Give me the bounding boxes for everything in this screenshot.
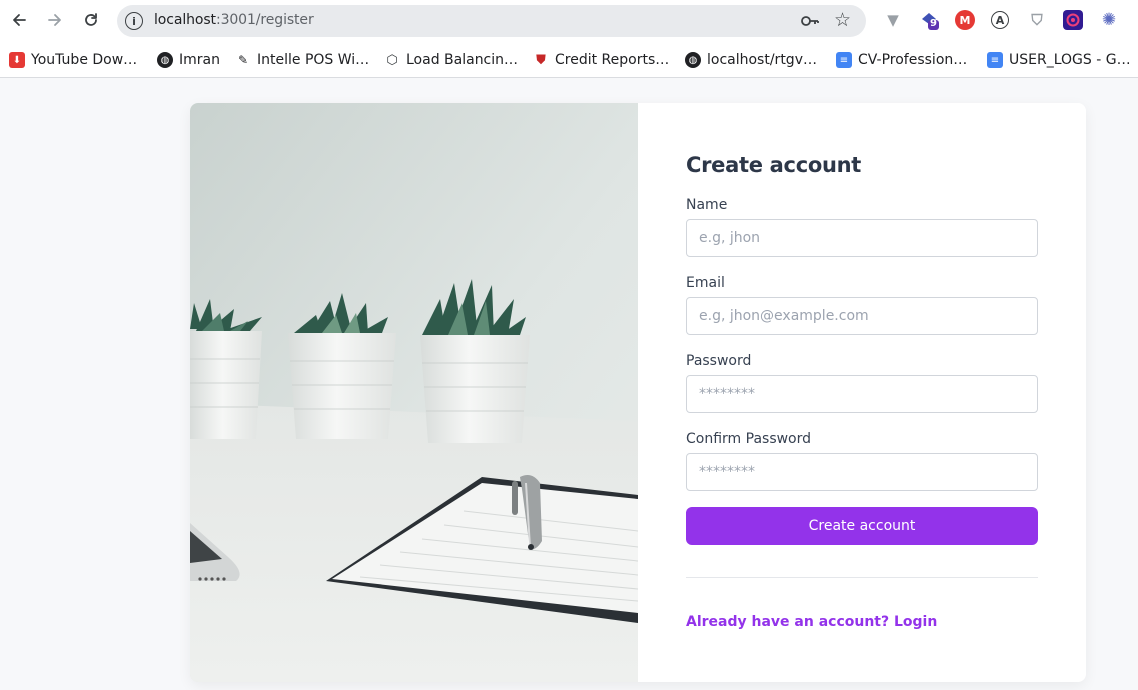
extension-badge-icon[interactable]: 9 — [919, 10, 939, 30]
password-field[interactable] — [686, 375, 1038, 413]
forward-icon[interactable] — [44, 9, 66, 31]
browser-toolbar: i localhost:3001/register ☆ ▼ 9 M A ⛉ ✺ — [0, 0, 1138, 42]
target-extension-icon[interactable] — [1063, 10, 1083, 30]
back-icon[interactable] — [8, 9, 30, 31]
bookmark-label: Imran — [179, 52, 220, 68]
bookmark-item[interactable]: ⬇ YouTube Dow… — [9, 50, 137, 70]
create-account-button[interactable]: Create account — [686, 507, 1038, 545]
bookmark-label: Load Balancin… — [406, 52, 519, 68]
password-key-icon[interactable] — [800, 13, 820, 29]
address-bar[interactable]: i localhost:3001/register ☆ — [117, 5, 866, 37]
bookmark-item[interactable]: ≡ USER_LOGS - G… — [987, 50, 1131, 70]
site-info-icon[interactable]: i — [125, 12, 143, 30]
gear-extension-icon[interactable]: ✺ — [1099, 10, 1119, 30]
vue-devtools-icon[interactable]: ▼ — [883, 10, 903, 30]
reload-icon[interactable] — [80, 9, 102, 31]
confirm-password-label: Confirm Password — [686, 431, 812, 447]
bookmark-item[interactable]: ≡ CV-Profession… — [836, 50, 967, 70]
bookmark-label: localhost/rtgv… — [707, 52, 817, 68]
bookmark-item[interactable]: ◍ localhost/rtgv… — [685, 50, 817, 70]
email-field[interactable] — [686, 297, 1038, 335]
register-card: Create account Name Email Password Confi… — [190, 103, 1086, 682]
hero-image — [190, 103, 638, 682]
hexagon-icon: ⬡ — [384, 52, 400, 68]
bookmark-item[interactable]: ◍ Imran — [157, 50, 220, 70]
shield-extension-icon[interactable]: ⛉ — [1027, 10, 1047, 30]
bookmark-item[interactable]: ⬡ Load Balancin… — [384, 50, 518, 70]
globe-icon: ◍ — [157, 52, 173, 68]
docs-icon: ≡ — [987, 52, 1003, 68]
bookmark-label: Intelle POS Wi… — [257, 52, 370, 68]
a-extension-icon[interactable]: A — [991, 11, 1009, 29]
globe-icon: ◍ — [685, 52, 701, 68]
url-host: localhost — [154, 12, 216, 28]
name-label: Name — [686, 197, 728, 213]
download-icon: ⬇ — [9, 52, 25, 68]
extension-badge-count: 9 — [930, 18, 937, 29]
confirm-password-field[interactable] — [686, 453, 1038, 491]
bookmark-label: Credit Reports… — [555, 52, 670, 68]
bookmark-item[interactable]: ⛊ Credit Reports… — [533, 50, 669, 70]
shield-icon: ⛊ — [533, 52, 549, 68]
pos-app-icon: ✎ — [235, 52, 251, 68]
address-url[interactable]: localhost:3001/register — [154, 12, 314, 28]
email-label: Email — [686, 275, 725, 291]
register-form: Create account Name Email Password Confi… — [686, 103, 1038, 682]
bookmark-label: YouTube Dow… — [31, 52, 138, 68]
bookmark-item[interactable]: ✎ Intelle POS Wi… — [235, 50, 369, 70]
docs-icon: ≡ — [836, 52, 852, 68]
mega-extension-icon[interactable]: M — [955, 10, 975, 30]
bookmark-label: USER_LOGS - G… — [1009, 52, 1131, 68]
login-link[interactable]: Already have an account? Login — [686, 614, 937, 630]
bookmark-star-icon[interactable]: ☆ — [834, 9, 851, 31]
page-title: Create account — [686, 153, 862, 177]
url-path: :3001/register — [215, 12, 314, 28]
password-label: Password — [686, 353, 752, 369]
bookmark-label: CV-Profession… — [858, 52, 968, 68]
bookmarks-bar: ⬇ YouTube Dow… ◍ Imran ✎ Intelle POS Wi…… — [0, 42, 1138, 78]
divider — [686, 577, 1038, 578]
name-field[interactable] — [686, 219, 1038, 257]
